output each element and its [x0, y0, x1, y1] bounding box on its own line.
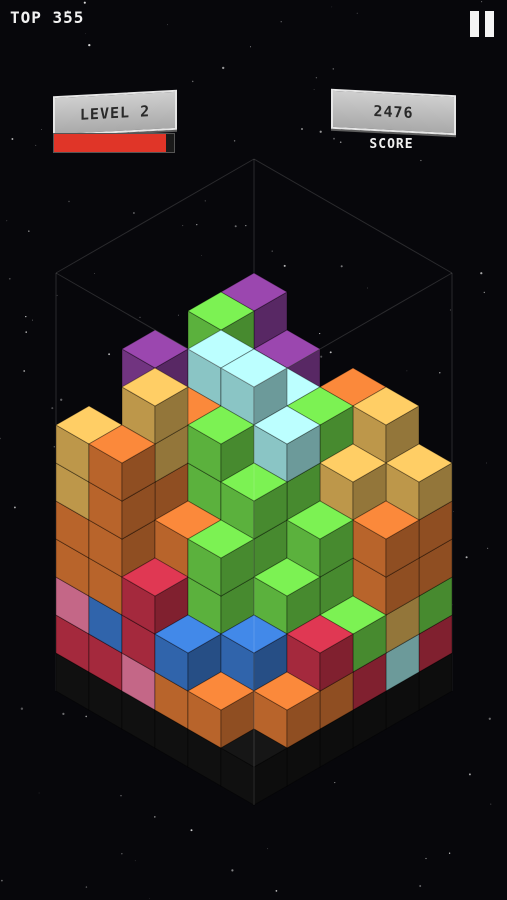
- well-edge-line: [55, 158, 255, 274]
- game-board[interactable]: [0, 0, 507, 900]
- well-edge-line: [253, 158, 453, 274]
